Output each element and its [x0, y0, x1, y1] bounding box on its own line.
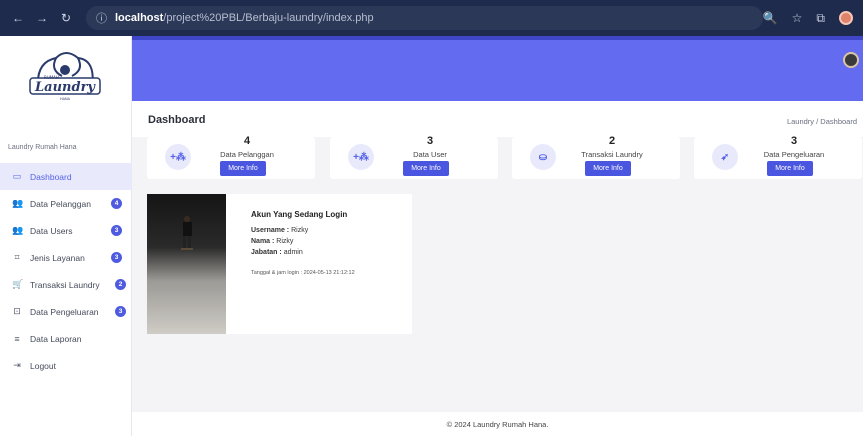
person-figure — [181, 216, 193, 250]
sidebar-item-jenis-layanan[interactable]: ⌗ Jenis Layanan 3 — [0, 244, 132, 271]
users-add-icon: +⁂ — [348, 144, 374, 170]
count-badge: 3 — [111, 225, 122, 236]
browser-toolbar: ← → ↻ ⓘ localhost/project%20PBL/Berbaju-… — [0, 0, 863, 36]
users-add-icon: +⁂ — [165, 144, 191, 170]
jabatan-value: admin — [283, 249, 303, 256]
count-badge: 4 — [111, 198, 122, 209]
layers-icon: ⌗ — [14, 252, 20, 262]
sidebar-item-label: Data Pelanggan — [30, 198, 91, 209]
nama-line: Nama : Rizky — [251, 238, 293, 245]
stat-value: 3 — [790, 135, 798, 147]
count-badge: 3 — [111, 252, 122, 263]
zoom-icon[interactable]: 🔍 — [763, 11, 778, 25]
sidebar-item-dashboard[interactable]: ▭ Dashboard — [0, 163, 132, 190]
sidebar-item-label: Logout — [30, 360, 56, 371]
sidebar-item-label: Data Users — [30, 225, 73, 236]
site-info-icon[interactable]: ⓘ — [96, 10, 107, 26]
page-title: Dashboard — [148, 114, 206, 126]
sidebar-item-label: Data Laporan — [30, 333, 82, 344]
avatar[interactable] — [843, 52, 859, 68]
stat-card-pelanggan: +⁂ 4 Data Pelanggan More Info — [147, 135, 315, 179]
logout-icon: ⇥ — [13, 360, 21, 370]
forward-icon[interactable]: → — [36, 11, 48, 25]
content-header: Dashboard Laundry / Dashboard — [132, 101, 863, 137]
login-timestamp: Tanggal & jam login : 2024-05-13 21:12:1… — [251, 270, 355, 276]
laundry-logo: Laundry RUMAH HANA — [29, 52, 101, 101]
user-photo — [147, 194, 226, 334]
topbar — [132, 36, 863, 101]
list-icon: ≡ — [14, 333, 20, 344]
users-icon: 👥 — [12, 225, 24, 235]
address-bar[interactable]: ⓘ localhost/project%20PBL/Berbaju-laundr… — [86, 6, 763, 30]
sidebar-item-data-pengeluaran[interactable]: ⊡ Data Pengeluaran 3 — [0, 298, 132, 325]
sidebar-menu: ▭ Dashboard 👥 Data Pelanggan 4 👥 Data Us… — [0, 163, 132, 379]
reload-icon[interactable]: ↻ — [60, 11, 72, 25]
footer: © 2024 Laundry Rumah Hana. — [132, 412, 863, 436]
url-host: localhost — [115, 12, 164, 24]
cart-icon: 🛒 — [12, 279, 24, 289]
rocket-icon: ➶ — [712, 144, 738, 170]
wallet-icon: ⊡ — [13, 306, 21, 316]
users-icon: 👥 — [12, 198, 24, 208]
sidebar-item-data-pelanggan[interactable]: 👥 Data Pelanggan 4 — [0, 190, 132, 217]
sidebar-item-label: Transaksi Laundry — [30, 279, 100, 290]
profile-icon[interactable] — [839, 11, 853, 25]
count-badge: 2 — [115, 279, 126, 290]
sidebar-caption: Laundry Rumah Hana — [8, 144, 77, 151]
jabatan-line: Jabatan : admin — [251, 249, 303, 256]
more-info-button[interactable]: More Info — [220, 161, 266, 176]
sidebar-item-logout[interactable]: ⇥ Logout — [0, 352, 132, 379]
stat-card-user: +⁂ 3 Data User More Info — [330, 135, 498, 179]
stat-label: Data Pengeluaran — [763, 150, 825, 159]
sidebar-item-label: Dashboard — [30, 171, 72, 182]
jabatan-label: Jabatan : — [251, 249, 282, 256]
back-icon[interactable]: ← — [12, 11, 24, 25]
svg-text:RUMAH: RUMAH — [44, 75, 59, 80]
stat-value: 2 — [608, 135, 616, 147]
bookmark-star-icon[interactable]: ☆ — [792, 11, 803, 25]
url-path: /project%20PBL/Berbaju-laundry/index.php — [163, 12, 374, 24]
svg-text:HANA: HANA — [60, 97, 71, 101]
basket-icon: ⛀ — [530, 144, 556, 170]
sidebar-item-label: Data Pengeluaran — [30, 306, 99, 317]
stat-label: Transaksi Laundry — [581, 150, 643, 159]
svg-text:Laundry: Laundry — [34, 80, 96, 95]
username-line: Username : Rizky — [251, 227, 308, 234]
username-value: Rizky — [291, 227, 309, 234]
monitor-icon: ▭ — [12, 171, 22, 181]
extensions-icon[interactable]: ⧉ — [816, 11, 825, 26]
breadcrumb: Laundry / Dashboard — [786, 117, 857, 126]
stat-value: 3 — [426, 135, 434, 147]
sidebar: Laundry RUMAH HANA Laundry Rumah Hana ▭ … — [0, 36, 132, 436]
login-info-card: Akun Yang Sedang Login Username : Rizky … — [147, 194, 412, 334]
login-title: Akun Yang Sedang Login — [251, 210, 348, 219]
more-info-button[interactable]: More Info — [403, 161, 449, 176]
stat-card-transaksi: ⛀ 2 Transaksi Laundry More Info — [512, 135, 680, 179]
sidebar-item-transaksi-laundry[interactable]: 🛒 Transaksi Laundry 2 — [0, 271, 132, 298]
more-info-button[interactable]: More Info — [767, 161, 813, 176]
nama-value: Rizky — [276, 238, 294, 245]
sidebar-item-data-laporan[interactable]: ≡ Data Laporan — [0, 325, 132, 352]
stat-value: 4 — [243, 135, 251, 147]
username-label: Username : — [251, 227, 290, 234]
topbar-strip — [132, 36, 863, 40]
more-info-button[interactable]: More Info — [585, 161, 631, 176]
stat-card-pengeluaran: ➶ 3 Data Pengeluaran More Info — [694, 135, 862, 179]
stat-label: Data User — [413, 150, 447, 159]
stat-label: Data Pelanggan — [220, 150, 274, 159]
sidebar-item-label: Jenis Layanan — [30, 252, 85, 263]
sidebar-item-data-users[interactable]: 👥 Data Users 3 — [0, 217, 132, 244]
nama-label: Nama : — [251, 238, 275, 245]
count-badge: 3 — [115, 306, 126, 317]
